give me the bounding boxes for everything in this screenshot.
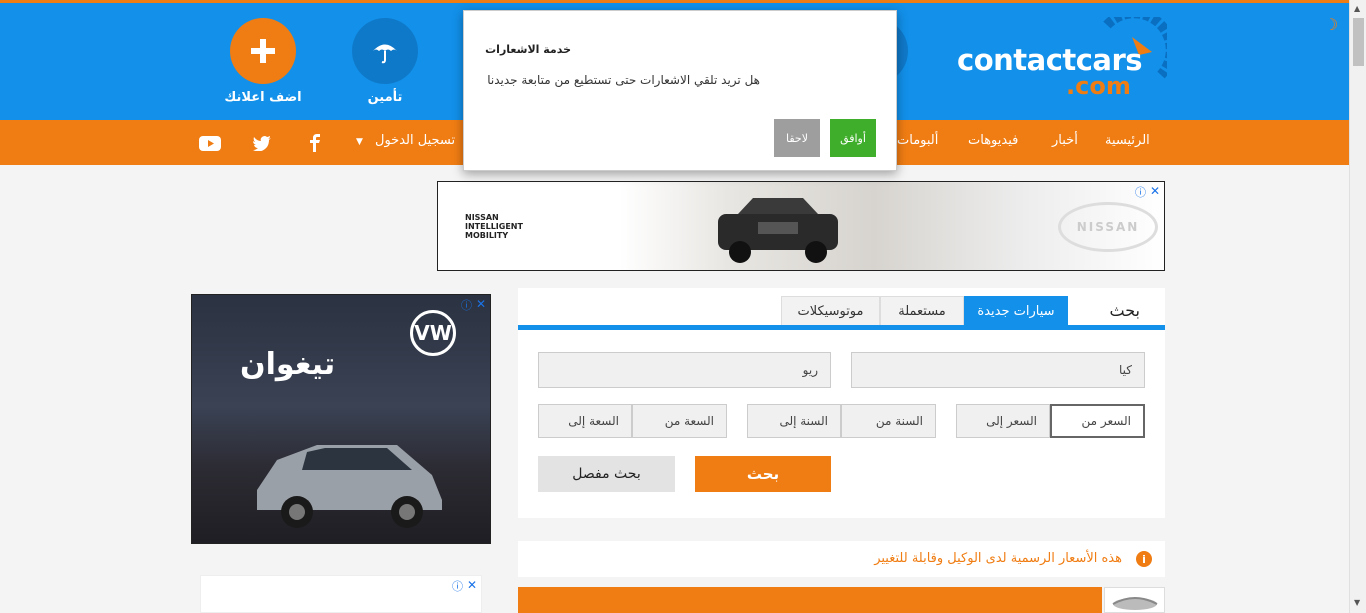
search-title: بحث (1109, 301, 1141, 320)
year-to-input[interactable]: السنة إلى (747, 404, 841, 438)
ad-brand-text: NISSAN INTELLIGENT MOBILITY (465, 213, 523, 240)
featured-strip (518, 587, 1102, 613)
price-notice: هذه الأسعار الرسمية لدى الوكيل وقابلة لل… (518, 541, 1165, 577)
plus-icon (251, 39, 275, 63)
site-logo[interactable]: contactcars .com (957, 17, 1167, 100)
nav-news[interactable]: أخبار (1052, 133, 1078, 148)
twitter-icon[interactable] (251, 132, 273, 154)
umbrella-icon (373, 44, 397, 64)
scroll-thumb[interactable] (1353, 18, 1364, 66)
scroll-down-icon[interactable]: ▼ (1354, 598, 1360, 607)
search-panel: بحث سيارات جديدة مستعملة موتوسيكلات كيا … (518, 288, 1165, 518)
car-brand-icon (1112, 597, 1158, 610)
youtube-icon[interactable] (199, 132, 221, 154)
scroll-up-icon[interactable]: ▲ (1354, 4, 1360, 13)
side-banner-ad-2[interactable]: ⓘ ✕ (200, 575, 482, 613)
insurance-label[interactable]: تأمين (335, 90, 435, 105)
price-to-input[interactable]: السعر إلى (956, 404, 1050, 438)
tab-used[interactable]: مستعملة (880, 296, 964, 326)
brand-thumbnail[interactable] (1104, 587, 1165, 613)
ad-info-icon[interactable]: ⓘ (1135, 184, 1146, 200)
ad-info-icon[interactable]: ⓘ (452, 578, 463, 594)
top-banner-ad[interactable]: NISSAN INTELLIGENT MOBILITY NISSAN ⓘ ✕ (437, 181, 1165, 271)
tab-new-cars[interactable]: سيارات جديدة (964, 296, 1068, 326)
modal-title: خدمة الاشعارات (485, 43, 571, 56)
ad-close-icon[interactable]: ✕ (467, 578, 477, 592)
page-scrollbar[interactable]: ▲ ▼ (1349, 0, 1366, 613)
suv-image (257, 445, 442, 528)
car-image (718, 198, 838, 263)
chevron-down-icon[interactable]: ▼ (356, 137, 363, 147)
info-icon: i (1136, 551, 1152, 567)
price-from-input[interactable]: السعر من (1050, 404, 1145, 438)
facebook-icon[interactable] (304, 132, 326, 154)
ad-close-icon[interactable]: ✕ (1150, 184, 1160, 198)
insurance-button[interactable] (352, 18, 418, 84)
nav-videos[interactable]: فيديوهات (968, 133, 1018, 148)
tab-motorcycles[interactable]: موتوسيكلات (781, 296, 880, 326)
logo-com: .com (1066, 72, 1131, 100)
nav-login[interactable]: تسجيل الدخول (375, 133, 455, 148)
model-select[interactable]: ريو (538, 352, 831, 388)
capacity-to-input[interactable]: السعة إلى (538, 404, 632, 438)
search-button[interactable]: بحث (695, 456, 831, 492)
ad-info-icon[interactable]: ⓘ (461, 297, 472, 313)
nav-home[interactable]: الرئيسية (1105, 133, 1150, 148)
modal-body: هل تريد تلقي الاشعارات حتى تستطيع من متا… (487, 73, 760, 87)
ad-side-title: تيغوان (240, 347, 336, 382)
advanced-search-button[interactable]: بحث مفصل (538, 456, 675, 492)
capacity-from-input[interactable]: السعة من (632, 404, 727, 438)
notice-text: هذه الأسعار الرسمية لدى الوكيل وقابلة لل… (874, 551, 1122, 566)
ad-close-icon[interactable]: ✕ (476, 297, 486, 311)
side-banner-ad[interactable]: VW تيغوان ⓘ ✕ (191, 294, 491, 544)
year-from-input[interactable]: السنة من (841, 404, 936, 438)
later-button[interactable]: لاحقا (774, 119, 820, 157)
make-select[interactable]: كيا (851, 352, 1145, 388)
notification-modal: خدمة الاشعارات هل تريد تلقي الاشعارات حت… (463, 10, 897, 171)
add-ad-button[interactable] (230, 18, 296, 84)
nav-albums[interactable]: ألبومات (897, 133, 938, 148)
agree-button[interactable]: أوافق (830, 119, 876, 157)
ad-brand-badge: NISSAN (1058, 202, 1158, 252)
tabs-underline (518, 325, 1165, 330)
vw-logo-icon: VW (410, 310, 456, 356)
add-ad-label[interactable]: اضف اعلانك (213, 90, 313, 105)
loading-icon: ☽ (1324, 15, 1339, 34)
